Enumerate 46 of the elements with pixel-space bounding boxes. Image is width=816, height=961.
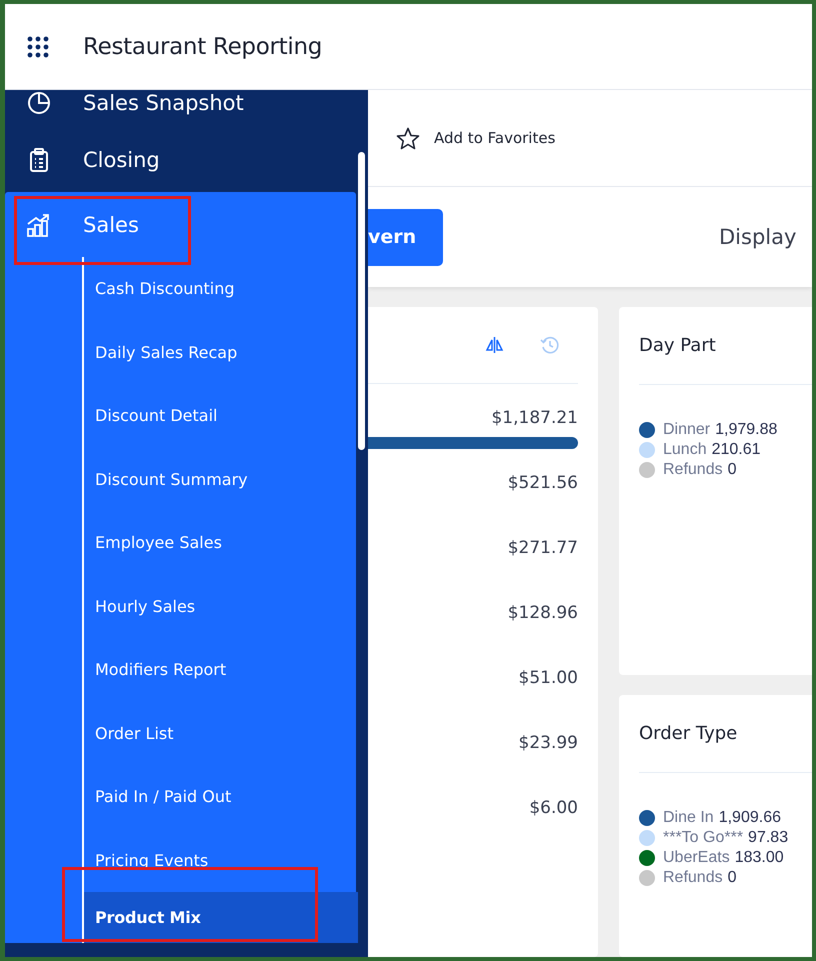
compare-icon[interactable] [485,336,504,354]
sidebar-item[interactable]: Sales [5,192,356,257]
submenu-item[interactable]: Daily Sales Recap [84,320,358,384]
submenu-item[interactable]: Employee Sales [84,511,358,574]
sales-value: $521.56 [506,472,578,495]
legend-label: Dine In [663,809,714,827]
sales-value: $23.99 [518,732,578,755]
location-button[interactable]: vern [368,208,443,266]
submenu-item[interactable]: Order List [84,702,358,765]
scrollbar-thumb[interactable] [358,152,365,450]
star-icon [396,126,420,150]
legend-label: UberEats [663,849,730,867]
sales-value: $51.00 [518,667,578,690]
card-title: Order Type [639,723,738,744]
apps-menu-icon[interactable] [27,36,49,58]
submenu-item[interactable]: Product Mix [84,892,358,943]
submenu-item[interactable]: Modifiers Report [84,638,358,702]
legend-value: 1,979.88 [715,421,778,439]
legend-value: 0 [728,869,736,887]
legend-value: 97.83 [748,829,788,847]
app-title: Restaurant Reporting [83,34,322,60]
legend-label: Lunch [663,441,707,459]
sidebar-item[interactable]: Sales Snapshot [5,90,356,128]
sales-value: $6.00 [528,797,578,820]
legend-value: 1,909.66 [718,809,781,827]
submenu-item[interactable]: Paid In / Paid Out [84,765,358,828]
pie-chart-icon [26,91,52,115]
legend-label: Refunds [663,869,723,887]
sales-value: $128.96 [506,602,578,625]
display-label: Display [719,225,796,249]
growth-chart-icon [26,212,52,236]
add-to-favorites-button[interactable]: Add to Favorites [396,126,556,150]
submenu-item[interactable]: Hourly Sales [84,574,358,638]
card-title: Day Part [639,335,716,356]
sidebar-item[interactable]: Closing [5,128,356,192]
legend-value: 183.00 [734,849,784,867]
legend-label: Refunds [663,461,723,479]
legend-value: 0 [728,461,736,479]
legend-label: Dinner [663,421,710,439]
sales-value: $1,187.21 [490,407,578,430]
submenu-item[interactable]: Cash Discounting [84,257,358,320]
sales-value: $271.77 [506,537,578,560]
submenu-item[interactable]: Discount Summary [84,448,358,511]
legend-label: ***To Go*** [663,829,744,847]
submenu-item[interactable]: Discount Detail [84,384,358,448]
legend-value: 210.61 [712,441,761,459]
